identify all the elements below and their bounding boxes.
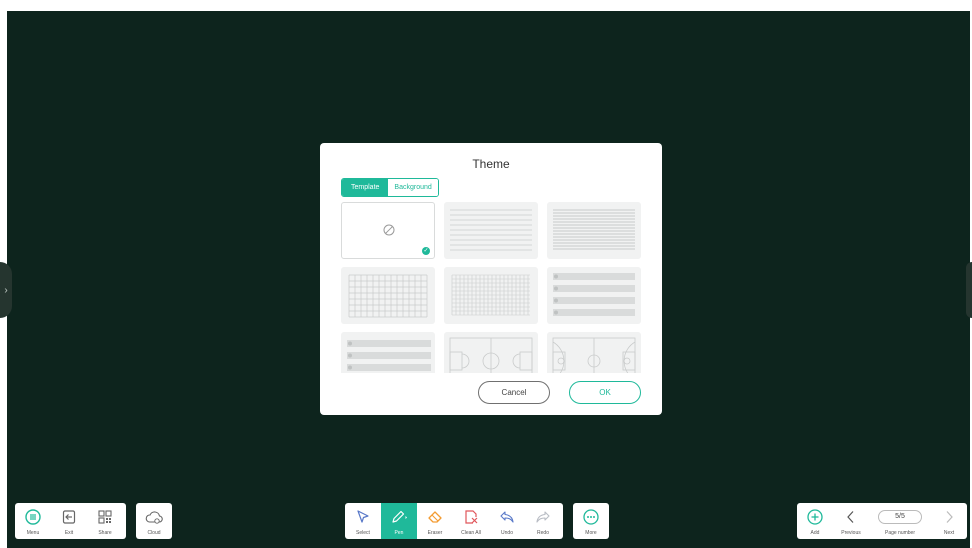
template-ruled-lines-dense[interactable] [547,202,641,259]
clean-all-label: Clean All [461,530,481,536]
page-number-value[interactable]: 5/5 [878,510,922,524]
template-ruled-lines[interactable] [444,202,538,259]
menu-button[interactable]: Menu [15,503,51,539]
exit-label: Exit [64,530,74,536]
clean-all-button[interactable]: Clean All [453,503,489,539]
tab-background[interactable]: Background [388,179,438,196]
eraser-icon [426,508,444,526]
expand-side-panel-handle[interactable]: › [0,262,12,318]
pen-icon [390,508,408,526]
redo-button[interactable]: Redo [525,503,561,539]
clean-all-icon [462,508,480,526]
right-side-panel-handle[interactable] [966,262,972,318]
add-label: Add [810,530,820,536]
dialog-title: Theme [472,157,510,171]
chevron-right-icon [940,508,958,526]
more-icon [582,508,600,526]
eraser-button[interactable]: Eraser [417,503,453,539]
cloud-icon [145,508,163,526]
more-button[interactable]: More [573,503,609,539]
qr-code-icon [96,508,114,526]
template-basketball-court[interactable] [444,332,538,373]
next-page-button[interactable]: Next [931,503,967,539]
fine-grid-preview [451,274,530,316]
drawing-toolbar: Select Pen Eraser Clean All Undo Redo [345,503,563,539]
previous-label: Previous [841,530,861,536]
undo-label: Undo [501,530,513,536]
next-label: Next [943,530,955,536]
selected-check-icon: ✓ [422,247,430,255]
page-number-label: Page number [884,530,916,536]
left-toolbar: Menu Exit Share [15,503,126,539]
court-preview [449,337,533,373]
redo-icon [534,508,552,526]
template-music-staff-2[interactable] [341,332,435,373]
template-grid[interactable] [341,267,435,324]
pen-label: Pen [394,530,404,536]
exit-icon [60,508,78,526]
select-pointer-icon [354,508,372,526]
template-music-staff[interactable] [547,267,641,324]
chevron-right-icon: › [4,284,8,296]
more-label: More [585,530,597,536]
add-circle-icon [806,508,824,526]
grid-preview [348,274,428,318]
cancel-button[interactable]: Cancel [478,381,550,404]
more-panel: More [573,503,609,539]
staff-preview-2 [347,340,431,371]
menu-label: Menu [26,530,40,536]
template-basketball-court-2[interactable] [547,332,641,373]
redo-label: Redo [537,530,549,536]
page-number-control[interactable]: 5/5 Page number [869,503,931,539]
share-label: Share [98,530,112,536]
previous-page-button[interactable]: Previous [833,503,869,539]
select-label: Select [356,530,370,536]
staff-preview [553,273,635,316]
no-template-icon [383,224,395,236]
cloud-panel: Cloud [136,503,172,539]
ok-button[interactable]: OK [569,381,641,404]
theme-tabs: Template Background [341,178,439,197]
dense-lines-preview [553,209,635,250]
template-grid: ✓ [341,202,642,373]
eraser-label: Eraser [427,530,443,536]
chevron-left-icon [842,508,860,526]
cloud-button[interactable]: Cloud [136,503,172,539]
menu-icon [24,508,42,526]
cloud-label: Cloud [147,530,161,536]
court-preview-2 [552,337,636,373]
undo-button[interactable]: Undo [489,503,525,539]
pen-button[interactable]: Pen [381,503,417,539]
exit-button[interactable]: Exit [51,503,87,539]
tab-template[interactable]: Template [342,179,389,196]
share-button[interactable]: Share [87,503,123,539]
page-toolbar: Add Previous 5/5 Page number Next [797,503,967,539]
add-page-button[interactable]: Add [797,503,833,539]
theme-dialog: Theme Template Background ✓ Cancel OK [320,143,662,415]
template-grid-fine[interactable] [444,267,538,324]
template-none[interactable]: ✓ [341,202,435,259]
select-button[interactable]: Select [345,503,381,539]
ruled-lines-preview [450,209,532,251]
undo-icon [498,508,516,526]
